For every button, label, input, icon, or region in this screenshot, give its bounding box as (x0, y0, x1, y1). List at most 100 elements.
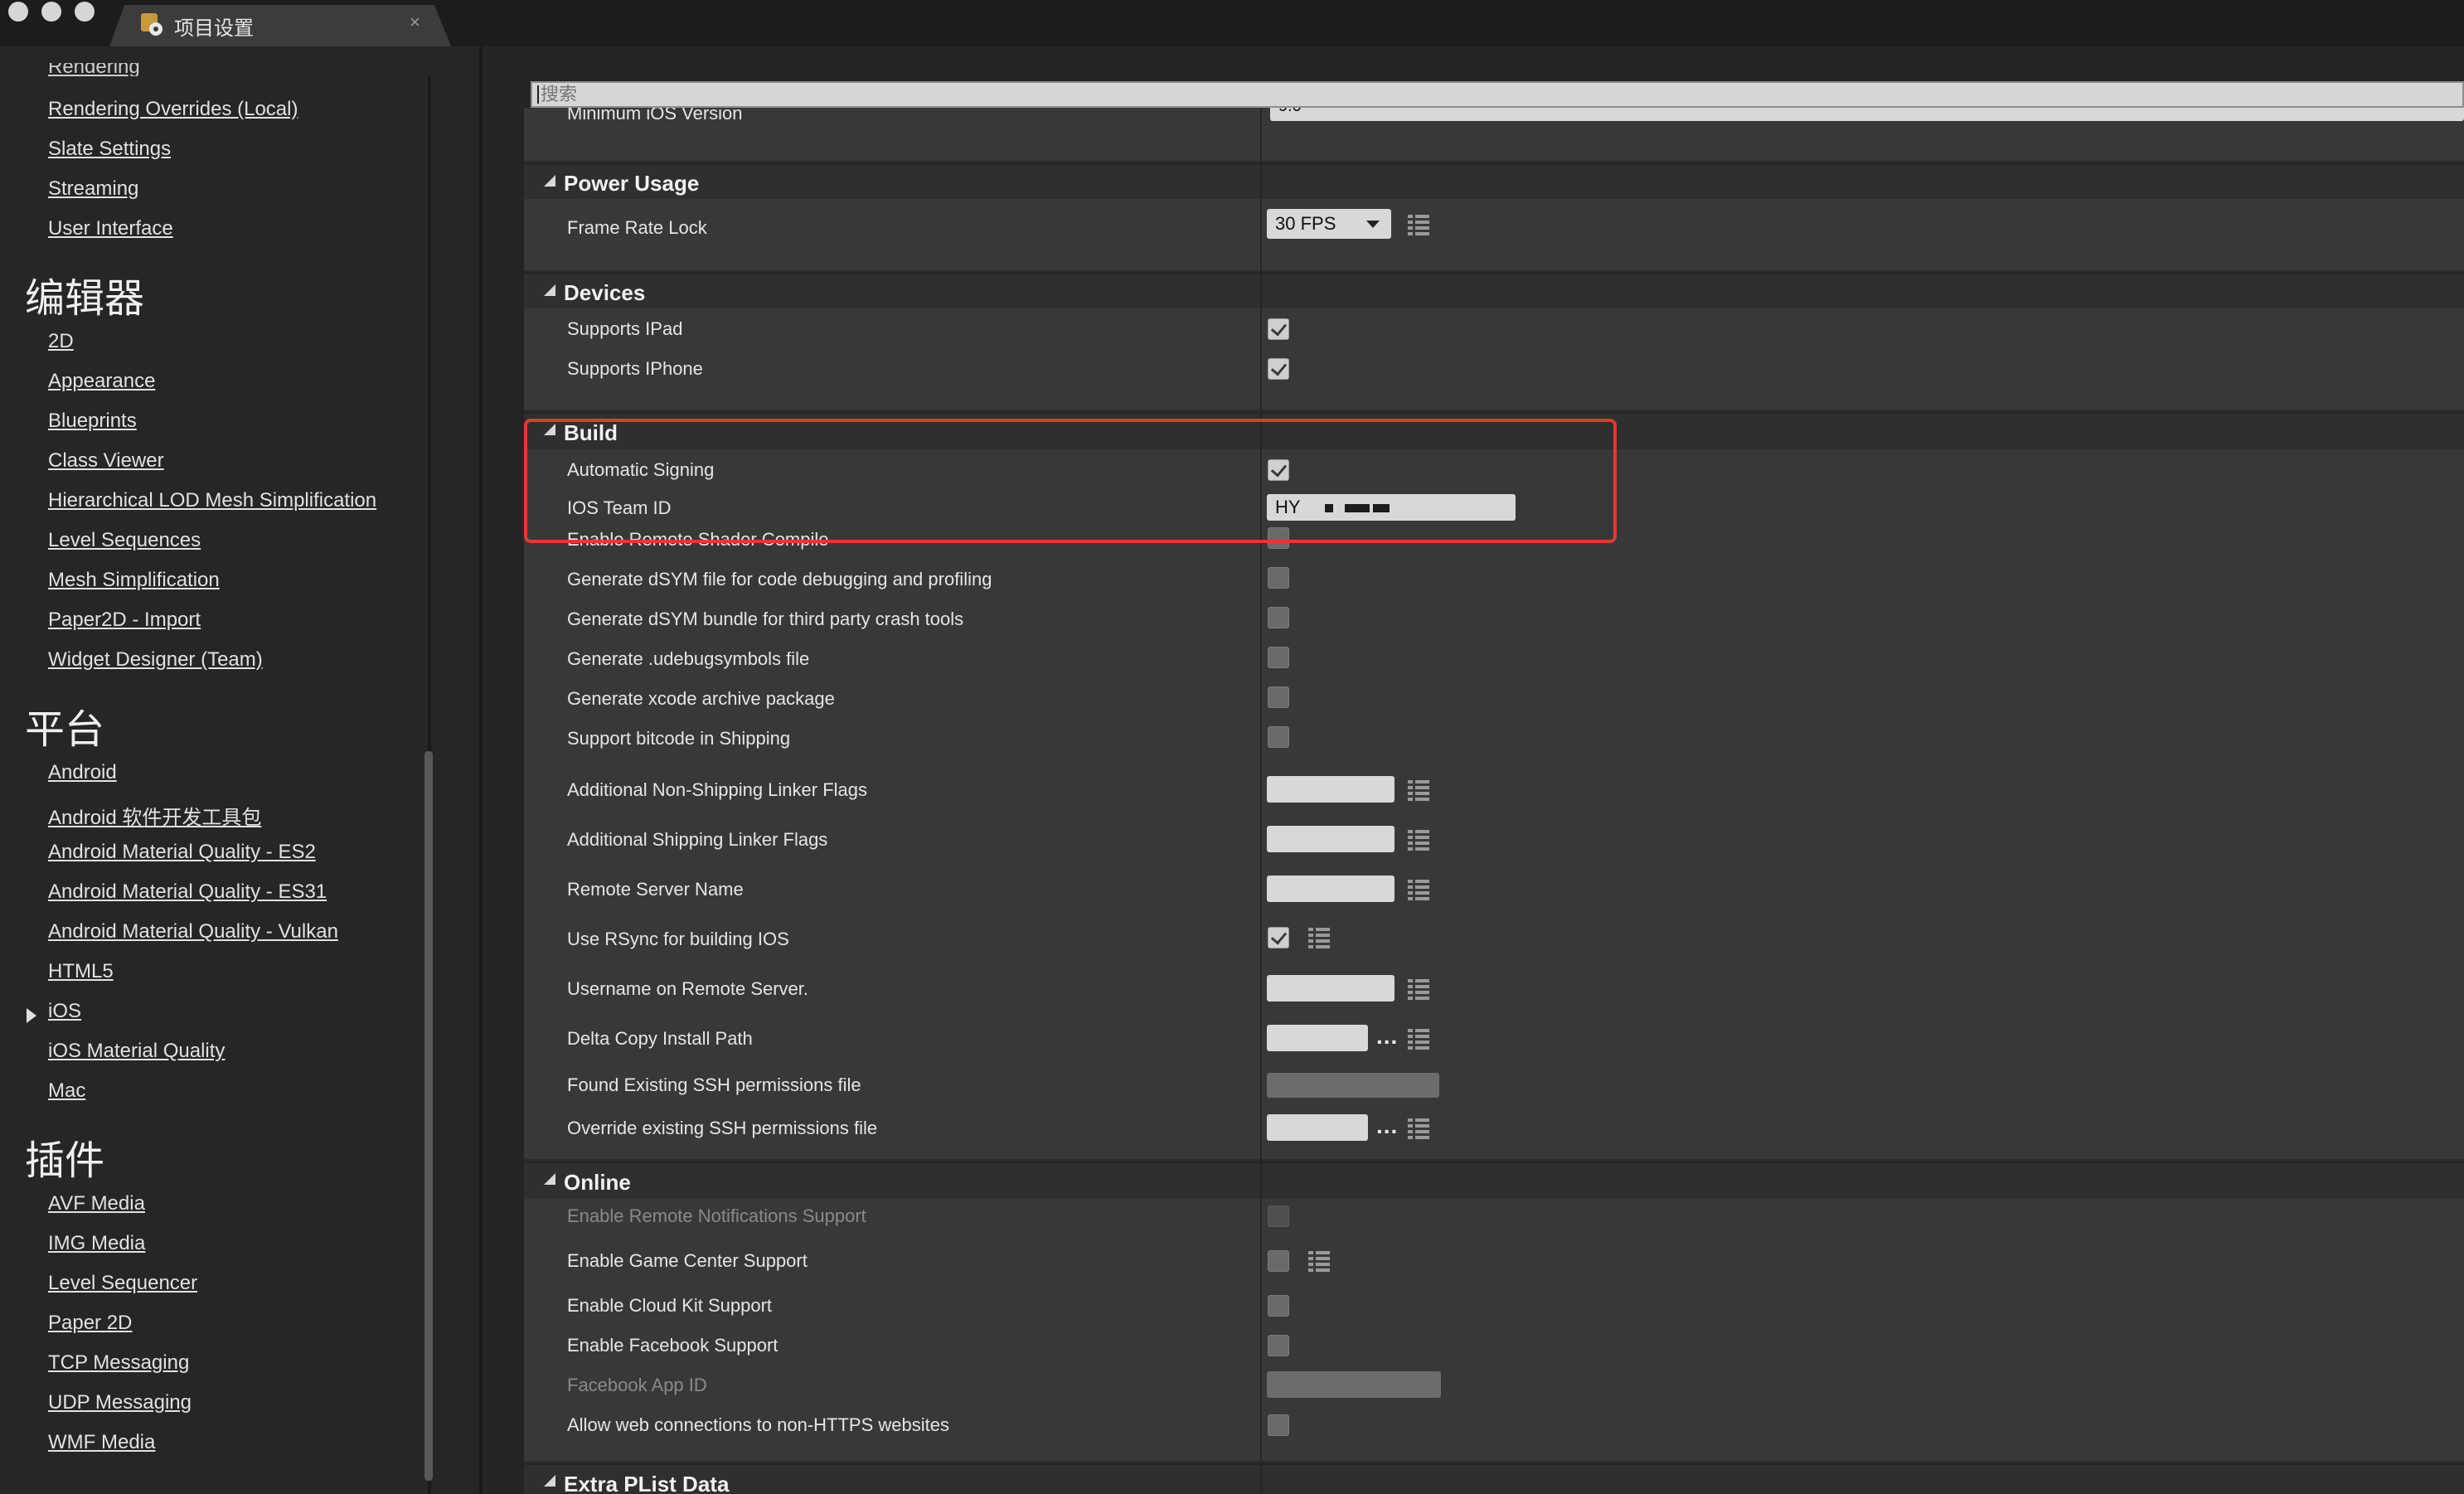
sidebar-item-wmf-media[interactable]: WMF Media (48, 1431, 155, 1454)
category-online[interactable]: Online (524, 1161, 2464, 1199)
facebook-checkbox[interactable] (1268, 1335, 1289, 1356)
setting-label: IOS Team ID (567, 497, 672, 518)
shipping-linker-flags-field[interactable] (1267, 826, 1394, 852)
setting-row-remote-shader-compile: Enable Remote Shader Compile (524, 526, 2464, 565)
array-options-icon[interactable] (1408, 1028, 1429, 1050)
browse-button[interactable]: ... (1376, 1023, 1398, 1050)
cloud-kit-checkbox[interactable] (1268, 1295, 1289, 1317)
array-options-icon[interactable] (1308, 927, 1330, 948)
ios-team-id-field[interactable]: HY (1267, 494, 1516, 521)
sidebar-item-hlod-mesh-simplification[interactable]: Hierarchical LOD Mesh Simplification (48, 489, 376, 512)
xcode-archive-checkbox[interactable] (1268, 686, 1289, 708)
collapse-triangle-icon[interactable] (544, 284, 555, 296)
setting-label: Generate xcode archive package (567, 688, 835, 709)
sidebar-item-android-sdk[interactable]: Android 软件开发工具包 (48, 801, 261, 830)
array-options-icon[interactable] (1408, 829, 1429, 851)
array-options-icon[interactable] (1408, 879, 1429, 900)
sidebar-item-mesh-simplification[interactable]: Mesh Simplification (48, 569, 220, 592)
remote-username-field[interactable] (1267, 975, 1394, 1002)
window-minimize-dot[interactable] (41, 2, 61, 22)
setting-row-supports-iphone: Supports IPhone (524, 348, 2464, 411)
setting-label: Generate .udebugsymbols file (567, 648, 810, 669)
frame-rate-lock-dropdown[interactable]: 30 FPS (1267, 209, 1391, 239)
sidebar-item-udp-messaging[interactable]: UDP Messaging (48, 1391, 192, 1414)
category-power-usage[interactable]: Power Usage (524, 162, 2464, 199)
setting-row-override-ssh: Override existing SSH permissions file .… (524, 1106, 2464, 1161)
sidebar-item-appearance[interactable]: Appearance (48, 370, 155, 393)
sidebar-item-ios[interactable]: iOS (48, 1000, 81, 1023)
sidebar-item-android-quality-es2[interactable]: Android Material Quality - ES2 (48, 841, 316, 864)
minimum-ios-version-field[interactable]: 9.0 (1270, 108, 2464, 121)
sidebar-item-rendering-overrides[interactable]: Rendering Overrides (Local) (48, 98, 298, 121)
collapse-triangle-icon[interactable] (544, 424, 555, 435)
collapse-triangle-icon[interactable] (544, 175, 555, 187)
non-https-checkbox[interactable] (1268, 1414, 1289, 1436)
automatic-signing-checkbox[interactable] (1268, 459, 1289, 481)
sidebar-item-streaming[interactable]: Streaming (48, 177, 138, 201)
search-input[interactable] (541, 83, 1038, 106)
use-rsync-checkbox[interactable] (1268, 927, 1289, 948)
delta-copy-path-field[interactable] (1267, 1025, 1368, 1051)
tab-close-icon[interactable]: × (410, 12, 420, 33)
browse-button[interactable]: ... (1376, 1113, 1398, 1139)
sidebar-item-paper2d-import[interactable]: Paper2D - Import (48, 609, 201, 632)
category-build[interactable]: Build (524, 411, 2464, 449)
sidebar-item-2d[interactable]: 2D (48, 330, 74, 353)
column-splitter[interactable] (1260, 108, 1262, 1494)
supports-iphone-checkbox[interactable] (1268, 358, 1289, 380)
sidebar-item-android-quality-vulkan[interactable]: Android Material Quality - Vulkan (48, 920, 338, 943)
sidebar-scrollbar-thumb[interactable] (424, 751, 433, 1481)
remote-shader-compile-checkbox[interactable] (1268, 527, 1289, 549)
sidebar-item-class-viewer[interactable]: Class Viewer (48, 449, 164, 473)
remote-server-name-field[interactable] (1267, 876, 1394, 902)
sidebar-item-blueprints[interactable]: Blueprints (48, 410, 137, 433)
sidebar-item-android-quality-es31[interactable]: Android Material Quality - ES31 (48, 880, 327, 904)
sidebar-item-user-interface[interactable]: User Interface (48, 217, 173, 240)
tab-title: 项目设置 (174, 17, 254, 40)
sidebar-item-slate-settings[interactable]: Slate Settings (48, 138, 171, 161)
sidebar-item-img-media[interactable]: IMG Media (48, 1232, 145, 1255)
remote-notifications-checkbox (1268, 1205, 1289, 1227)
panel-divider[interactable] (479, 46, 483, 1494)
setting-row-delta-copy-path: Delta Copy Install Path ... (524, 1015, 2464, 1063)
udebugsymbols-checkbox[interactable] (1268, 647, 1289, 668)
setting-row-xcode-archive: Generate xcode archive package (524, 685, 2464, 725)
array-options-icon[interactable] (1408, 779, 1429, 801)
window-zoom-dot[interactable] (75, 2, 95, 22)
array-options-icon[interactable] (1308, 1250, 1330, 1272)
sidebar-item-level-sequencer[interactable]: Level Sequencer (48, 1272, 197, 1295)
game-center-checkbox[interactable] (1268, 1250, 1289, 1272)
sidebar-item-tcp-messaging[interactable]: TCP Messaging (48, 1351, 189, 1375)
collapse-triangle-icon[interactable] (544, 1475, 555, 1487)
setting-label: Support bitcode in Shipping (567, 728, 791, 749)
sidebar-item-level-sequences[interactable]: Level Sequences (48, 529, 201, 552)
array-options-icon[interactable] (1408, 978, 1429, 1000)
supports-ipad-checkbox[interactable] (1268, 318, 1289, 340)
override-ssh-field[interactable] (1267, 1114, 1368, 1141)
dsym-file-checkbox[interactable] (1268, 567, 1289, 589)
dropdown-value: 30 FPS (1275, 213, 1336, 234)
bitcode-checkbox[interactable] (1268, 726, 1289, 748)
non-shipping-linker-flags-field[interactable] (1267, 776, 1394, 803)
sidebar-item-rendering[interactable]: Rendering (48, 63, 140, 76)
sidebar-item-widget-designer[interactable]: Widget Designer (Team) (48, 648, 263, 672)
category-extra-plist-data[interactable]: Extra PList Data (524, 1462, 2464, 1494)
category-devices[interactable]: Devices (524, 272, 2464, 308)
sidebar-item-html5[interactable]: HTML5 (48, 960, 114, 983)
array-options-icon[interactable] (1408, 214, 1429, 235)
expand-arrow-icon[interactable] (27, 1008, 36, 1023)
sidebar-item-paper-2d[interactable]: Paper 2D (48, 1312, 132, 1335)
sidebar-item-android[interactable]: Android (48, 761, 117, 784)
window-close-dot[interactable] (8, 2, 28, 22)
setting-label: Enable Remote Notifications Support (567, 1205, 866, 1226)
checkmark-icon (1270, 928, 1288, 945)
sidebar-item-avf-media[interactable]: AVF Media (48, 1192, 145, 1215)
setting-label: Additional Shipping Linker Flags (567, 829, 828, 850)
search-box[interactable] (531, 81, 2464, 108)
collapse-triangle-icon[interactable] (544, 1173, 555, 1185)
sidebar-item-ios-material-quality[interactable]: iOS Material Quality (48, 1040, 225, 1063)
dsym-bundle-checkbox[interactable] (1268, 607, 1289, 628)
sidebar-item-mac[interactable]: Mac (48, 1079, 85, 1103)
category-title: Extra PList Data (564, 1472, 730, 1494)
array-options-icon[interactable] (1408, 1118, 1429, 1139)
